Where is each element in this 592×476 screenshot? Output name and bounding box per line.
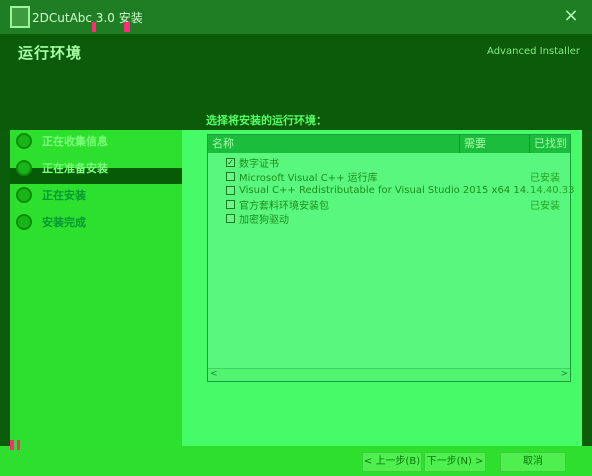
row-checkbox[interactable] (226, 213, 235, 223)
row-name: Microsoft Visual C++ 运行库 (239, 172, 378, 184)
table-row[interactable]: 加密狗驱动 (208, 211, 570, 226)
table-row[interactable]: Visual C++ Redistributable for Visual St… (208, 183, 575, 197)
row-name: 官方套料环境安装包 (239, 200, 329, 212)
step-item: 正在准备安装 (16, 158, 108, 178)
row-checkbox[interactable]: ✓ (226, 157, 235, 167)
row-checkbox[interactable] (226, 199, 235, 209)
step-label: 正在安装 (42, 189, 86, 202)
column-header[interactable]: 名称 (208, 135, 460, 153)
glitch-artifact (92, 22, 96, 32)
row-checkbox[interactable] (226, 171, 235, 181)
row-found: 14.40.33 (530, 184, 575, 196)
scroll-right-icon[interactable]: > (560, 369, 568, 379)
title-bar: 2DCutAbc 3.0 安装 × (0, 0, 592, 34)
row-name: 加密狗驱动 (239, 214, 289, 226)
row-name: 数字证书 (239, 158, 279, 170)
horizontal-scrollbar[interactable]: < > (208, 368, 570, 381)
table-row[interactable]: Microsoft Visual C++ 运行库 已安装 (208, 169, 570, 184)
step-label: 正在收集信息 (42, 135, 108, 148)
row-found: 已安装 (530, 200, 560, 212)
step-label: 正在准备安装 (42, 162, 108, 175)
table-row[interactable]: ✓ 数字证书 (208, 155, 570, 170)
column-header[interactable]: 已找到 (530, 135, 570, 153)
row-found: 已安装 (530, 172, 560, 184)
step-label: 安装完成 (42, 216, 86, 229)
column-header[interactable]: 需要 (460, 135, 530, 153)
app-icon (10, 6, 30, 28)
section-title: 选择将安装的运行环境： (206, 114, 327, 127)
scroll-left-icon[interactable]: < (210, 369, 218, 379)
table-row[interactable]: 官方套料环境安装包 已安装 (208, 197, 570, 212)
step-item: 正在安装 (16, 185, 86, 205)
back-button[interactable]: < 上一步(B) (362, 452, 422, 472)
step-dot-icon (16, 214, 32, 230)
glitch-artifact (17, 440, 20, 450)
step-dot-icon (16, 187, 32, 203)
step-item: 正在收集信息 (16, 131, 108, 151)
cancel-button[interactable]: 取消 (500, 452, 566, 472)
step-dot-icon (16, 160, 32, 176)
next-button[interactable]: 下一步(N) > (424, 452, 486, 472)
step-item: 安装完成 (16, 212, 86, 232)
row-checkbox[interactable] (226, 185, 235, 195)
glitch-artifact (124, 22, 130, 32)
row-name: Visual C++ Redistributable for Visual St… (239, 184, 530, 196)
brand-label: Advanced Installer (487, 46, 580, 57)
glitch-artifact (10, 440, 14, 450)
table-header: 名称 需要 已找到 (208, 135, 570, 153)
step-dot-icon (16, 133, 32, 149)
runtime-table[interactable]: 名称 需要 已找到 ✓ 数字证书 Microsoft Visual C++ 运行… (207, 134, 575, 382)
close-button[interactable]: × (558, 4, 584, 28)
page-heading: 运行环境 (18, 44, 83, 62)
